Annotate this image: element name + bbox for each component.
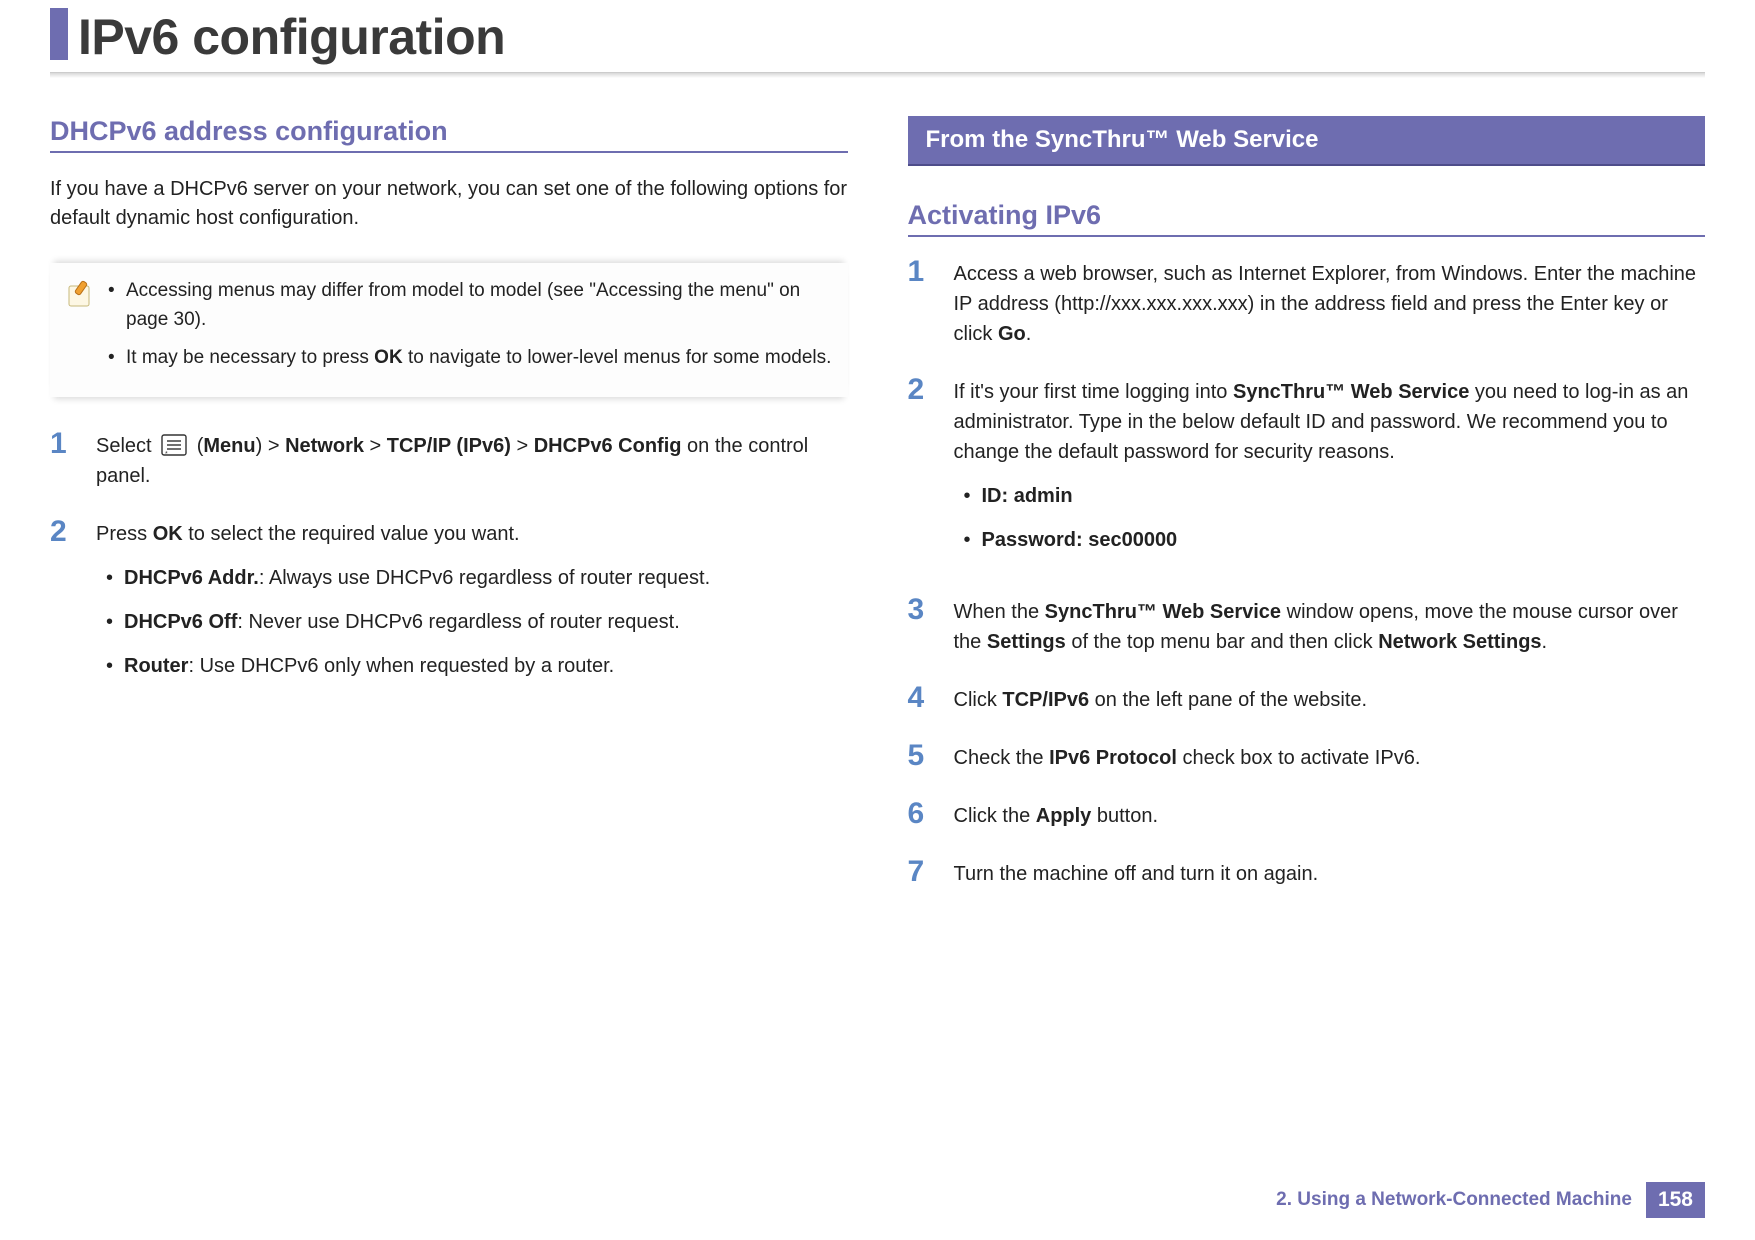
r3g: .	[1542, 631, 1548, 653]
step-number: 2	[50, 517, 78, 695]
note-b2a: It may be necessary to press	[126, 347, 374, 368]
r5c: check box to activate IPv6.	[1177, 747, 1420, 769]
step-number: 4	[908, 683, 936, 715]
opt3b: : Use DHCPv6 only when requested by a ro…	[188, 655, 614, 677]
r5a: Check the	[954, 747, 1050, 769]
r2a: If it's your first time logging into	[954, 381, 1233, 403]
r5b: IPv6 Protocol	[1049, 747, 1177, 769]
opt1b: : Always use DHCPv6 regardless of router…	[259, 567, 710, 589]
note-b2b: OK	[374, 347, 403, 368]
default-id: ID: admin	[954, 481, 1706, 511]
s2-ok: OK	[153, 523, 183, 545]
r3e: of the top menu bar and then click	[1066, 631, 1378, 653]
s2b: to select the required value you want.	[183, 523, 520, 545]
s1-menu-close: ) >	[256, 435, 285, 457]
right-step-7: 7 Turn the machine off and turn it on ag…	[908, 859, 1706, 889]
left-step-2: 2 Press OK to select the required value …	[50, 519, 848, 695]
r2id: ID: admin	[982, 485, 1073, 507]
step-number: 6	[908, 799, 936, 831]
right-step-4: 4 Click TCP/IPv6 on the left pane of the…	[908, 685, 1706, 715]
title-accent	[50, 8, 68, 60]
right-step-5: 5 Check the IPv6 Protocol check box to a…	[908, 743, 1706, 773]
opt1a: DHCPv6 Addr.	[124, 567, 259, 589]
r6b: Apply	[1036, 805, 1092, 827]
r2pw: Password: sec00000	[982, 529, 1178, 551]
step-number: 1	[50, 429, 78, 491]
s1a: Select	[96, 435, 157, 457]
footer-chapter: 2. Using a Network-Connected Machine	[1276, 1189, 1632, 1211]
note-box: Accessing menus may differ from model to…	[50, 263, 848, 397]
r3a: When the	[954, 601, 1045, 623]
r3d: Settings	[987, 631, 1066, 653]
step-number: 2	[908, 375, 936, 569]
page-footer: 2. Using a Network-Connected Machine 158	[1276, 1182, 1705, 1218]
right-column: From the SyncThru™ Web Service Activatin…	[908, 116, 1706, 917]
note-bullet-1-text: Accessing menus may differ from model to…	[126, 280, 800, 330]
dhcpv6-heading: DHCPv6 address configuration	[50, 116, 848, 153]
r3b: SyncThru™ Web Service	[1045, 601, 1281, 623]
opt-router: Router: Use DHCPv6 only when requested b…	[96, 651, 848, 681]
r1b: Go	[998, 323, 1026, 345]
step-number: 1	[908, 257, 936, 349]
dhcpv6-intro: If you have a DHCPv6 server on your netw…	[50, 175, 848, 233]
step-number: 3	[908, 595, 936, 657]
footer-page-number: 158	[1646, 1182, 1705, 1218]
r4c: on the left pane of the website.	[1089, 689, 1367, 711]
r4a: Click	[954, 689, 1003, 711]
section-band: From the SyncThru™ Web Service	[908, 116, 1706, 166]
note-icon	[64, 279, 96, 311]
activating-ipv6-heading: Activating IPv6	[908, 200, 1706, 237]
note-bullet-1: Accessing menus may differ from model to…	[108, 277, 834, 334]
s1-gt2: >	[511, 435, 534, 457]
note-b2c: to navigate to lower-level menus for som…	[403, 347, 832, 368]
opt-dhcpv6-off: DHCPv6 Off: Never use DHCPv6 regardless …	[96, 607, 848, 637]
s1-net: Network	[285, 435, 364, 457]
step-number: 5	[908, 741, 936, 773]
s1-menu: Menu	[203, 435, 255, 457]
r6c: button.	[1091, 805, 1158, 827]
right-step-3: 3 When the SyncThru™ Web Service window …	[908, 597, 1706, 657]
r1a: Access a web browser, such as Internet E…	[954, 263, 1697, 345]
r1c: .	[1026, 323, 1032, 345]
right-step-2: 2 If it's your first time logging into S…	[908, 377, 1706, 569]
r2b: SyncThru™ Web Service	[1233, 381, 1469, 403]
opt2a: DHCPv6 Off	[124, 611, 237, 633]
title-underline	[50, 72, 1705, 78]
r7: Turn the machine off and turn it on agai…	[954, 863, 1319, 885]
svg-text:*: *	[165, 451, 168, 456]
right-step-1: 1 Access a web browser, such as Internet…	[908, 259, 1706, 349]
step-number: 7	[908, 857, 936, 889]
left-step-1: 1 Select * (Menu) > Network > TCP/IP (IP…	[50, 431, 848, 491]
opt2b: : Never use DHCPv6 regardless of router …	[237, 611, 679, 633]
left-column: DHCPv6 address configuration If you have…	[50, 116, 848, 917]
s1-dhcp: DHCPv6 Config	[534, 435, 682, 457]
r3f: Network Settings	[1378, 631, 1541, 653]
default-password: Password: sec00000	[954, 525, 1706, 555]
title-bar: IPv6 configuration	[50, 0, 1705, 66]
s1-tcp: TCP/IP (IPv6)	[387, 435, 511, 457]
r4b: TCP/IPv6	[1002, 689, 1089, 711]
right-step-6: 6 Click the Apply button.	[908, 801, 1706, 831]
s2a: Press	[96, 523, 153, 545]
r6a: Click the	[954, 805, 1036, 827]
opt3a: Router	[124, 655, 188, 677]
menu-icon: *	[161, 434, 187, 456]
opt-dhcpv6-addr: DHCPv6 Addr.: Always use DHCPv6 regardle…	[96, 563, 848, 593]
s1-gt1: >	[364, 435, 387, 457]
page-title: IPv6 configuration	[78, 8, 505, 66]
note-bullet-2: It may be necessary to press OK to navig…	[108, 344, 834, 373]
